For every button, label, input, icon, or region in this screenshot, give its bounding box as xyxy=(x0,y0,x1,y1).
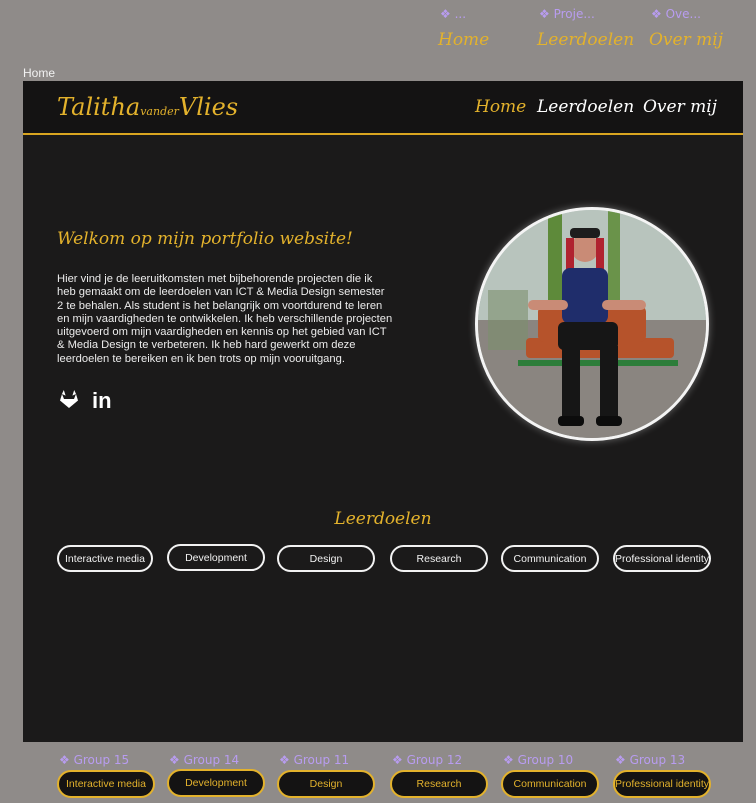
group-tag-13: ❖ Group 13 xyxy=(615,753,686,767)
group-tag-15: ❖ Group 15 xyxy=(59,753,130,767)
linkedin-icon[interactable]: in xyxy=(91,387,117,413)
group-research-button[interactable]: Research xyxy=(390,770,488,798)
group-tag-10: ❖ Group 10 xyxy=(503,753,574,767)
leerdoel-professional-identity-button[interactable]: Professional identity xyxy=(613,545,711,572)
profile-photo xyxy=(475,207,709,441)
welcome-heading: Welkom op mijn portfolio website! xyxy=(57,229,353,249)
home-frame: TalithavanderVlies Home Leerdoelen Over … xyxy=(23,81,743,742)
site-logo[interactable]: TalithavanderVlies xyxy=(57,93,238,121)
group-design-button[interactable]: Design xyxy=(277,770,375,798)
group-communication-button[interactable]: Communication xyxy=(501,770,599,798)
linkedin-glyph: in xyxy=(92,388,112,413)
nav-over-mij[interactable]: Over mij xyxy=(643,97,717,117)
group-professional-identity-button[interactable]: Professional identity xyxy=(613,770,711,798)
leerdoel-interactive-media-button[interactable]: Interactive media xyxy=(57,545,153,572)
site-header: TalithavanderVlies Home Leerdoelen Over … xyxy=(23,81,743,135)
frame-label: Home xyxy=(23,66,56,80)
component-leerdoelen-link[interactable]: Leerdoelen xyxy=(537,30,634,50)
leerdoel-communication-button[interactable]: Communication xyxy=(501,545,599,572)
component-home-link[interactable]: Home xyxy=(438,30,489,50)
logo-middle-name: vander xyxy=(140,105,179,118)
leerdoel-development-button[interactable]: Development xyxy=(167,544,265,571)
group-interactive-media-button[interactable]: Interactive media xyxy=(57,770,155,798)
leerdoel-design-button[interactable]: Design xyxy=(277,545,375,572)
component-tag-projects: ❖ Proje... xyxy=(539,7,595,21)
logo-last-name: Vlies xyxy=(178,93,239,121)
leerdoel-research-button[interactable]: Research xyxy=(390,545,488,572)
group-tag-12: ❖ Group 12 xyxy=(392,753,463,767)
nav-leerdoelen[interactable]: Leerdoelen xyxy=(537,97,634,117)
component-tag-over: ❖ Ove... xyxy=(651,7,701,21)
leerdoelen-heading: Leerdoelen xyxy=(334,509,432,529)
nav-home[interactable]: Home xyxy=(475,97,526,117)
component-over-mij-link[interactable]: Over mij xyxy=(649,30,723,50)
group-tag-14: ❖ Group 14 xyxy=(169,753,240,767)
component-tag-home: ❖ ... xyxy=(440,7,467,21)
group-development-button[interactable]: Development xyxy=(167,769,265,797)
logo-first-name: Talitha xyxy=(57,93,141,121)
group-tag-11: ❖ Group 11 xyxy=(279,753,350,767)
intro-text: Hier vind je de leeruitkomsten met bijbe… xyxy=(57,273,393,365)
gitlab-icon[interactable] xyxy=(57,387,83,413)
